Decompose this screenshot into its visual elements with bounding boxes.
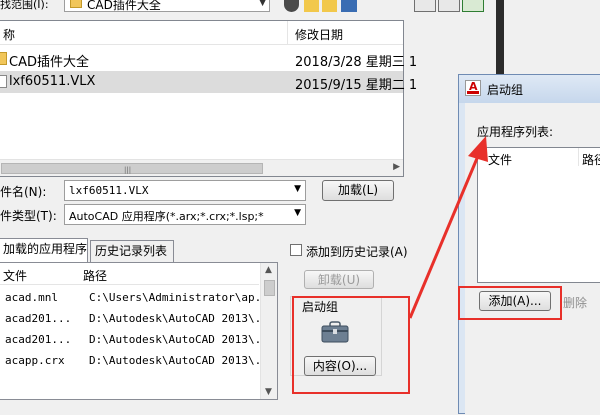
column-date-header[interactable]: 修改日期 — [295, 26, 343, 43]
file-name-input[interactable]: lxf60511.VLX ▼ — [64, 180, 306, 201]
list-item[interactable]: acapp.crx D:\Autodesk\AutoCAD 2013\... — [0, 351, 274, 372]
load-button[interactable]: 加载(L) — [322, 180, 394, 201]
file-row[interactable]: lxf60511.VLX 2015/9/15 星期二 1 — [0, 71, 417, 93]
scroll-down-icon[interactable]: ▼ — [265, 387, 272, 397]
chevron-down-icon: ▼ — [294, 208, 301, 218]
list-item[interactable]: acad201... D:\Autodesk\AutoCAD 2013\... — [0, 309, 274, 330]
annotation-arrow — [408, 136, 488, 319]
folder-icon — [0, 52, 7, 65]
file-type-select[interactable]: AutoCAD 应用程序(*.arx;*.crx;*.lsp;* ▼ — [64, 204, 306, 225]
list-item[interactable]: acad.mnl C:\Users\Administrator\ap... — [0, 288, 274, 309]
tab-history-list[interactable]: 历史记录列表 — [90, 240, 174, 262]
add-to-history-label: 添加到历史记录(A) — [306, 245, 408, 259]
loaded-apps-list[interactable]: 文件 路径 acad.mnl C:\Users\Administrator\ap… — [0, 262, 278, 400]
column-file-header[interactable]: 文件 — [3, 267, 27, 284]
file-list[interactable]: 称 修改日期 CAD插件大全 2018/3/28 星期三 1 lxf60511.… — [0, 20, 417, 177]
new-folder-icon[interactable] — [322, 0, 337, 12]
back-icon[interactable] — [284, 0, 299, 12]
look-in-dropdown[interactable]: CAD插件大全 ▼ — [64, 0, 270, 12]
folder-icon — [70, 0, 82, 8]
file-type-label: 件类型(T): — [0, 209, 57, 223]
horizontal-scrollbar[interactable]: ||| ▶ — [0, 159, 403, 176]
file-name-label: 件名(N): — [0, 185, 47, 199]
file-date: 2018/3/28 星期三 1 — [295, 55, 418, 70]
unload-button[interactable]: 卸载(U) — [304, 270, 374, 289]
autocad-app-icon: A — [465, 80, 481, 96]
views-menu-icon[interactable] — [341, 0, 357, 12]
zoom-icon[interactable] — [438, 0, 460, 12]
column-path-header[interactable]: 路径 — [83, 267, 107, 284]
file-icon — [0, 75, 7, 88]
dialog-title-bar[interactable]: A 启动组 — [459, 75, 600, 103]
look-in-value: CAD插件大全 — [87, 0, 161, 12]
highlight-box-startup-group — [292, 296, 410, 394]
add-to-history-checkbox[interactable] — [290, 244, 302, 256]
file-date: 2015/9/15 星期二 1 — [295, 78, 418, 93]
look-in-label: 找范围(I): — [0, 0, 49, 10]
chevron-down-icon: ▼ — [259, 0, 266, 8]
apps-list-header: 文件 路径 — [0, 263, 259, 285]
scroll-thumb[interactable] — [264, 280, 275, 296]
delete-button[interactable]: 删除 — [563, 294, 587, 311]
vertical-scrollbar[interactable]: ▲ ▼ — [260, 263, 277, 399]
tab-loaded-apps[interactable]: 加载的应用程序 — [0, 238, 88, 262]
file-list-header: 称 修改日期 — [0, 21, 403, 45]
search-icon[interactable] — [414, 0, 436, 12]
confirm-icon[interactable] — [462, 0, 484, 12]
scroll-thumb[interactable]: ||| — [1, 163, 263, 174]
dialog-title: 启动组 — [487, 83, 524, 97]
file-row[interactable]: CAD插件大全 2018/3/28 星期三 1 — [0, 48, 417, 70]
file-name: lxf60511.VLX — [9, 74, 96, 89]
scroll-up-icon[interactable]: ▲ — [265, 265, 272, 275]
column-name-header[interactable]: 称 — [3, 26, 15, 43]
chevron-down-icon: ▼ — [294, 184, 301, 194]
up-folder-icon[interactable] — [304, 0, 319, 12]
file-name: CAD插件大全 — [9, 55, 89, 70]
list-item[interactable]: acad201... D:\Autodesk\AutoCAD 2013\... — [0, 330, 274, 351]
column-path-header[interactable]: 路径 — [582, 151, 600, 168]
